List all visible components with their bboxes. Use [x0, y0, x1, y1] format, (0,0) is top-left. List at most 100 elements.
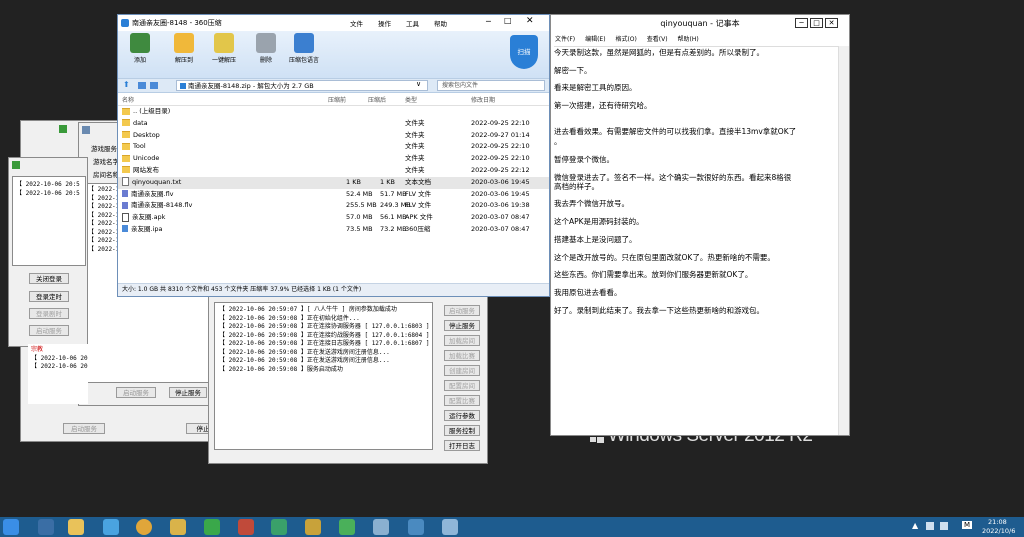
- menu-file[interactable]: 文件: [350, 18, 363, 28]
- menu-tools[interactable]: 工具: [406, 18, 419, 28]
- start-service-button[interactable]: 启动服务: [29, 325, 69, 336]
- login-action-button[interactable]: 登录剧时: [29, 308, 69, 319]
- view-icon[interactable]: [138, 82, 146, 89]
- green-app-icon-2[interactable]: [339, 519, 355, 535]
- file-row[interactable]: data 文件夹 2022-09-25 22:10: [118, 118, 549, 130]
- file-row[interactable]: Unicode 文件夹 2022-09-25 22:10: [118, 153, 549, 165]
- scan-button[interactable]: 扫描: [510, 35, 538, 69]
- text-line: 暂停登录个微信。: [554, 155, 614, 164]
- col-date[interactable]: 修改日期: [471, 95, 495, 104]
- ime-indicator[interactable]: M: [962, 521, 973, 529]
- menu-help[interactable]: 帮助(H): [678, 36, 699, 43]
- load-match-button[interactable]: 加载比赛: [444, 350, 480, 361]
- config-room-button[interactable]: 配置房间: [444, 380, 480, 391]
- file-type: FLV 文件: [405, 189, 432, 198]
- view-icon-2[interactable]: [150, 82, 158, 89]
- col-name[interactable]: 名称: [122, 95, 134, 104]
- minimize-button[interactable]: ─: [486, 17, 491, 26]
- start-service-button[interactable]: 启动服务: [116, 387, 156, 398]
- col-after[interactable]: 压缩后: [368, 95, 386, 104]
- builder-app-icon[interactable]: [408, 519, 424, 535]
- server-manager-icon[interactable]: [38, 519, 54, 535]
- clock-date[interactable]: 2022/10/6: [982, 527, 1015, 535]
- diamond-app-icon[interactable]: [271, 519, 287, 535]
- tool-icon[interactable]: [170, 519, 186, 535]
- file-list[interactable]: .. (上级目录) data 文件夹 2022-09-25 22:10 Desktop 文…: [118, 106, 549, 236]
- log-list[interactable]: 【 2022-10-06 20:5 【 2022-10-06 20:5: [12, 176, 86, 266]
- config-match-button[interactable]: 配置比赛: [444, 395, 480, 406]
- network-tray-icon[interactable]: [926, 522, 934, 530]
- run-params-button[interactable]: 运行参数: [444, 410, 480, 421]
- stop-service-button[interactable]: 停止服务: [169, 387, 207, 398]
- grid-app-icon[interactable]: [238, 519, 254, 535]
- col-before[interactable]: 压缩前: [328, 95, 346, 104]
- file-type: 文件夹: [405, 142, 425, 151]
- file-row[interactable]: Desktop 文件夹 2022-09-27 01:14: [118, 130, 549, 142]
- file-row[interactable]: 南通亲友圈-8148.flv 255.5 MB 249.3 MB FLV 文件 2020…: [118, 200, 549, 212]
- file-row[interactable]: Tool 文件夹 2022-09-25 22:10: [118, 141, 549, 153]
- create-room-button[interactable]: 创建房间: [444, 365, 480, 376]
- maximize-button[interactable]: □: [504, 16, 512, 25]
- menu-view[interactable]: 查看(V): [647, 36, 668, 43]
- archive-language-button[interactable]: 压缩包语言: [286, 33, 322, 64]
- open-log-button[interactable]: 打开日志: [444, 440, 480, 451]
- start-service-button[interactable]: 启动服务: [444, 305, 480, 316]
- search-placeholder: 搜索包内文件: [442, 82, 479, 89]
- file-explorer-icon[interactable]: [68, 519, 84, 535]
- add-button[interactable]: 添加: [122, 33, 158, 64]
- file-row[interactable]: 南通亲友圈.flv 52.4 MB 51.7 MB FLV 文件 2020-03-06 …: [118, 189, 549, 201]
- close-button[interactable]: ✕: [825, 18, 838, 28]
- file-row[interactable]: 亲友圈.apk 57.0 MB 56.1 MB APK 文件 2020-03-07 08…: [118, 212, 549, 224]
- log-line: 【 2022-10-06 20:59:08 】正在连接日志服务器 [ 127.0…: [219, 340, 430, 347]
- close-button[interactable]: ✕: [526, 16, 534, 26]
- volume-tray-icon[interactable]: [940, 522, 948, 530]
- notepad-window[interactable]: qinyouquan - 记事本 ─ □ ✕ 文件(F) 编辑(E) 格式(O)…: [550, 14, 850, 436]
- login-timer-button[interactable]: 登录定时: [29, 291, 69, 302]
- file-row[interactable]: .. (上级目录): [118, 106, 549, 118]
- back-window-1[interactable]: 【 2022-10-06 20:5 【 2022-10-06 20:5 关闭登录…: [8, 157, 88, 347]
- zip-titlebar[interactable]: 南通亲友圈-8148 - 360压缩 文件 操作 工具 帮助 ─ □ ✕: [118, 15, 549, 31]
- zip-app-icon: [121, 19, 129, 27]
- server-log-list[interactable]: 【 2022-10-06 20:59:07 】[ 八人牛牛 ] 房间参数加载成功…: [214, 302, 433, 450]
- up-arrow-icon[interactable]: ⬆: [123, 80, 130, 89]
- chevron-down-icon[interactable]: ∨: [416, 80, 421, 88]
- start-button[interactable]: [3, 519, 19, 535]
- server-window[interactable]: 【 2022-10-06 20:59:07 】[ 八人牛牛 ] 房间参数加载成功…: [208, 296, 488, 464]
- minimize-button[interactable]: ─: [795, 18, 808, 28]
- address-field[interactable]: 南通亲友圈-8148.zip - 解包大小为 2.7 GB: [176, 80, 428, 91]
- tray-arrow-icon[interactable]: ▲: [912, 521, 918, 530]
- search-input[interactable]: 搜索包内文件: [437, 80, 545, 91]
- config-app-icon[interactable]: [305, 519, 321, 535]
- menu-format[interactable]: 格式(O): [615, 36, 636, 43]
- menu-operate[interactable]: 操作: [378, 18, 391, 28]
- zip-window[interactable]: 南通亲友圈-8148 - 360压缩 文件 操作 工具 帮助 ─ □ ✕ 添加 …: [117, 14, 550, 297]
- load-room-button[interactable]: 加载房间: [444, 335, 480, 346]
- one-click-extract-button[interactable]: 一键解压: [206, 33, 242, 64]
- file-row[interactable]: 亲友圈.ipa 73.5 MB 73.2 MB 360压缩 2020-03-07 08:…: [118, 224, 549, 236]
- window-icon: [59, 125, 67, 133]
- stop-service-button[interactable]: 停止服务: [444, 320, 480, 331]
- maximize-button[interactable]: □: [810, 18, 823, 28]
- log-list-2[interactable]: 宗教 【 2022-10-06 20:5 【 2022-10-06 20:5: [28, 344, 88, 404]
- start-service-button[interactable]: 启动服务: [63, 423, 105, 434]
- menu-file[interactable]: 文件(F): [555, 36, 575, 43]
- network-icon[interactable]: [103, 519, 119, 535]
- chrome-icon[interactable]: [136, 519, 152, 535]
- file-row[interactable]: 网站发布 文件夹 2022-09-25 22:12: [118, 165, 549, 177]
- vertical-scrollbar[interactable]: [838, 46, 849, 435]
- menu-edit[interactable]: 编辑(E): [585, 36, 605, 43]
- zip-toolbar: 添加 解压到 一键解压 删除 压缩包语言 扫描: [118, 31, 549, 78]
- file-row[interactable]: qinyouquan.txt 1 KB 1 KB 文本文档 2020-03-06 19:…: [118, 176, 549, 189]
- close-login-button[interactable]: 关闭登录: [29, 273, 69, 284]
- service-control-button[interactable]: 服务控制: [444, 425, 480, 436]
- extract-to-button[interactable]: 解压到: [166, 33, 202, 64]
- notepad-taskbar-icon[interactable]: [442, 519, 458, 535]
- menu-help[interactable]: 帮助: [434, 18, 447, 28]
- settings-app-icon[interactable]: [373, 519, 389, 535]
- file-after: 51.7 MB: [380, 189, 407, 198]
- green-app-icon[interactable]: [204, 519, 220, 535]
- clock-time[interactable]: 21:08: [988, 518, 1007, 526]
- col-type[interactable]: 类型: [405, 95, 417, 104]
- delete-button[interactable]: 删除: [248, 33, 284, 64]
- notepad-textarea[interactable]: 今天录制这款，虽然是网狐的，但是有点差别的。所以录制了。 解密一下。 看来是解密…: [554, 46, 839, 435]
